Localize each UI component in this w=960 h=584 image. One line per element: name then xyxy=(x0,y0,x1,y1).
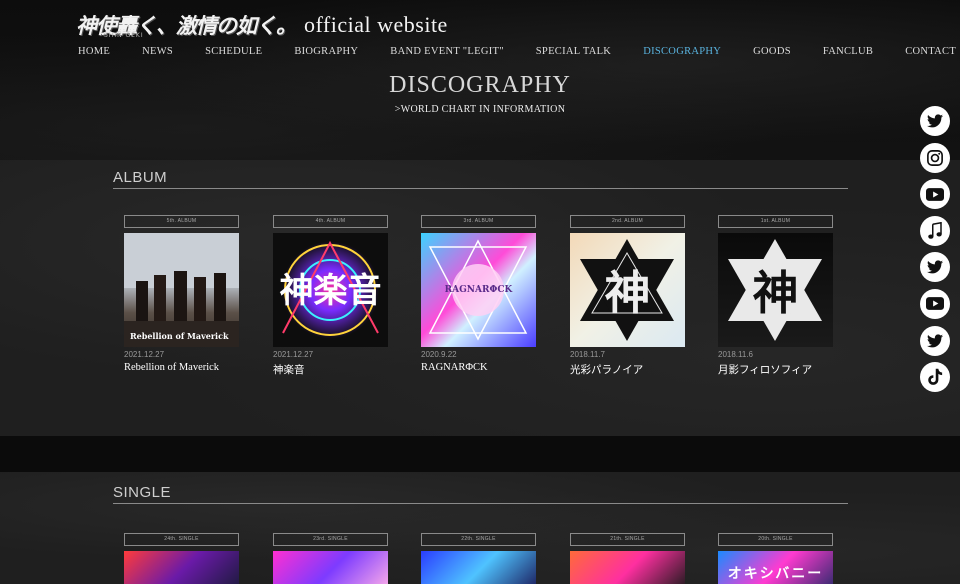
album-title[interactable]: 月影フィロソフィア xyxy=(718,362,833,377)
album-card[interactable]: 3rd. ALBUM RAGNARΦCK 2020.9.22 RAGNARΦCK xyxy=(421,215,536,373)
music-note-icon xyxy=(928,221,942,239)
nav-goods[interactable]: GOODS xyxy=(753,46,791,57)
single-card[interactable]: 20th. SINGLE オキシバニー xyxy=(718,533,833,584)
single-badge: 24th. SINGLE xyxy=(124,533,239,546)
cover-caption: 神 xyxy=(752,266,799,320)
page-title: DISCOGRAPHY xyxy=(389,72,571,98)
instagram-link[interactable] xyxy=(920,142,950,173)
cover-art xyxy=(124,233,239,347)
twitter-link[interactable] xyxy=(920,106,950,136)
nav-special-talk[interactable]: SPECIAL TALK xyxy=(536,46,611,57)
instagram-icon xyxy=(927,149,943,166)
album-badge: 5th. ALBUM xyxy=(124,215,239,228)
album-badge: 1st. ALBUM xyxy=(718,215,833,228)
youtube-link[interactable] xyxy=(920,179,950,210)
page-header: 神使轟く、激情の如く。 SHIN GEKI official website H… xyxy=(0,0,960,160)
twitter-link[interactable] xyxy=(920,252,950,283)
album-card[interactable]: 4th. ALBUM 神楽音 2021.12.27 神楽音 xyxy=(273,215,388,377)
nav-biography[interactable]: BIOGRAPHY xyxy=(294,46,358,57)
site-logo[interactable]: 神使轟く、激情の如く。 SHIN GEKI official website xyxy=(76,10,448,40)
logo-text: official website xyxy=(304,12,448,37)
single-badge: 20th. SINGLE xyxy=(718,533,833,546)
tiktok-link[interactable] xyxy=(920,362,950,393)
single-cover[interactable] xyxy=(421,551,536,584)
album-cover[interactable]: 神 xyxy=(570,233,685,347)
album-title[interactable]: 光彩パラノイア xyxy=(570,362,685,377)
album-cover[interactable]: RAGNARΦCK xyxy=(421,233,536,347)
album-title[interactable]: Rebellion of Maverick xyxy=(124,362,239,373)
page-subtitle: >WORLD CHART IN INFORMATION xyxy=(394,104,566,115)
album-date: 2018.11.6 xyxy=(718,350,753,359)
youtube-icon xyxy=(926,187,944,201)
single-card[interactable]: 22th. SINGLE xyxy=(421,533,536,584)
single-cover[interactable] xyxy=(124,551,239,584)
single-cover[interactable] xyxy=(570,551,685,584)
album-badge: 4th. ALBUM xyxy=(273,215,388,228)
single-badge: 21th. SINGLE xyxy=(570,533,685,546)
album-heading: ALBUM xyxy=(113,169,848,189)
album-date: 2020.9.22 xyxy=(421,350,457,359)
nav-schedule[interactable]: SCHEDULE xyxy=(205,46,262,57)
single-heading: SINGLE xyxy=(113,484,848,504)
cover-caption: 神 xyxy=(604,266,651,320)
single-card[interactable]: 23rd. SINGLE xyxy=(273,533,388,584)
nav-contact[interactable]: CONTACT xyxy=(905,46,956,57)
twitter-icon xyxy=(927,333,943,347)
single-badge: 23rd. SINGLE xyxy=(273,533,388,546)
nav-home[interactable]: HOME xyxy=(78,46,110,57)
nav-news[interactable]: NEWS xyxy=(142,46,173,57)
album-badge: 2nd. ALBUM xyxy=(570,215,685,228)
social-links xyxy=(920,106,950,399)
album-title[interactable]: 神楽音 xyxy=(273,362,388,377)
twitter-icon xyxy=(927,114,943,128)
cover-caption: 神楽音 xyxy=(279,271,382,311)
single-card[interactable]: 24th. SINGLE xyxy=(124,533,239,584)
single-badge: 22th. SINGLE xyxy=(421,533,536,546)
cover-caption: オキシバニー xyxy=(727,566,824,582)
album-card[interactable]: 2nd. ALBUM 神 2018.11.7 光彩パラノイア xyxy=(570,215,685,377)
youtube-link[interactable] xyxy=(920,288,950,319)
tiktok-icon xyxy=(928,368,943,386)
album-cover[interactable]: 神楽音 xyxy=(273,233,388,347)
album-date: 2018.11.7 xyxy=(570,350,605,359)
twitter-icon xyxy=(927,260,943,274)
music-link[interactable] xyxy=(920,215,950,246)
twitter-link[interactable] xyxy=(920,325,950,356)
cover-caption: RAGNARΦCK xyxy=(444,285,513,295)
cover-caption: Rebellion of Maverick xyxy=(130,331,229,341)
youtube-icon xyxy=(926,297,944,311)
album-cover[interactable]: Rebellion of Maverick xyxy=(124,233,239,347)
album-date: 2021.12.27 xyxy=(273,350,314,359)
album-date: 2021.12.27 xyxy=(124,350,165,359)
global-nav: HOME NEWS SCHEDULE BIOGRAPHY BAND EVENT … xyxy=(78,46,960,57)
album-card[interactable]: 5th. ALBUM Rebellion of Maverick 2021.12… xyxy=(124,215,239,373)
logo-subtext: SHIN GEKI xyxy=(104,32,144,39)
single-cover[interactable]: オキシバニー xyxy=(718,551,833,584)
nav-discography[interactable]: DISCOGRAPHY xyxy=(643,46,721,57)
album-cover[interactable]: 神 xyxy=(718,233,833,347)
single-card[interactable]: 21th. SINGLE xyxy=(570,533,685,584)
album-section: ALBUM 5th. ALBUM Rebellion of Maverick 2… xyxy=(0,160,960,436)
album-title[interactable]: RAGNARΦCK xyxy=(421,362,536,373)
album-badge: 3rd. ALBUM xyxy=(421,215,536,228)
nav-band-event[interactable]: BAND EVENT "LEGIT" xyxy=(390,46,504,57)
single-cover[interactable] xyxy=(273,551,388,584)
album-card[interactable]: 1st. ALBUM 神 2018.11.6 月影フィロソフィア xyxy=(718,215,833,377)
single-section: SINGLE 24th. SINGLE 23rd. SINGLE 22th. S… xyxy=(0,472,960,584)
nav-fanclub[interactable]: FANCLUB xyxy=(823,46,873,57)
